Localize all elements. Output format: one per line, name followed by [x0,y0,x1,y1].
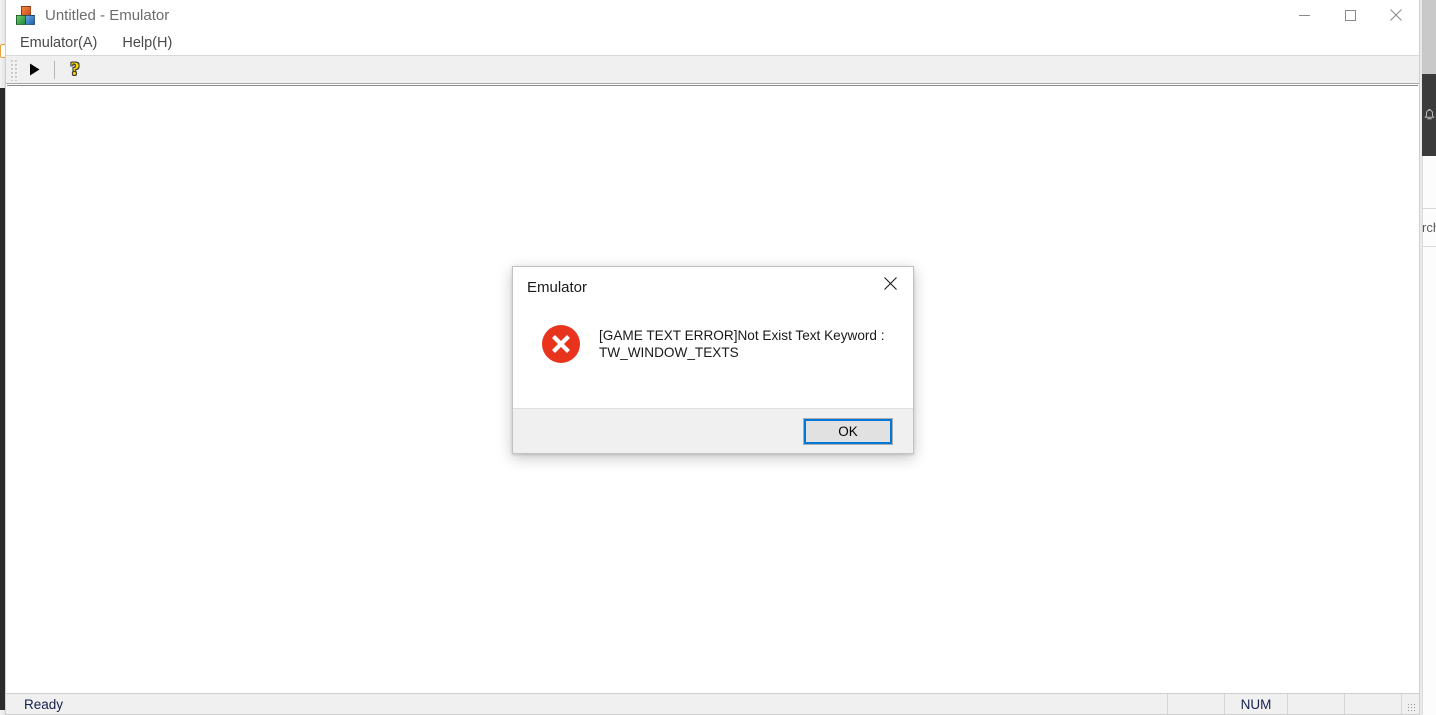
dialog-body: [GAME TEXT ERROR]Not Exist Text Keyword … [513,307,913,410]
caption-button-group [1281,0,1419,30]
question-mark-icon[interactable]: ? [61,57,89,82]
error-icon [541,324,581,364]
status-pane-4 [1344,693,1401,714]
status-bar: Ready NUM [6,693,1419,714]
background-right-divider-bottom [1422,246,1436,247]
dialog-message-line-1: [GAME TEXT ERROR]Not Exist Text Keyword … [599,328,885,343]
status-pane-3 [1287,693,1344,714]
dialog-title-bar: Emulator [513,267,913,307]
toolbar-drag-handle[interactable] [10,58,18,81]
bell-icon[interactable] [1422,74,1436,156]
screen-root: rch Untitled - Emulator [0,0,1436,715]
resize-grip[interactable] [1401,693,1419,714]
dialog-footer: OK [513,408,913,453]
maximize-icon[interactable] [1327,0,1373,30]
title-bar: Untitled - Emulator [6,0,1419,30]
background-right-divider-top [1422,208,1436,209]
ok-button[interactable]: OK [803,417,893,445]
mfc-blocks-icon [16,5,35,25]
tool-bar: ? [6,55,1419,84]
dialog-title: Emulator [527,278,588,296]
window-title: Untitled - Emulator [45,6,170,24]
background-right-text: rch [1422,220,1436,235]
dialog-message-line-2: TW_WINDOW_TEXTS [599,345,739,360]
status-pane-1 [1167,693,1224,714]
background-right-top-bar [1422,0,1436,74]
close-icon[interactable] [1373,0,1419,30]
status-message: Ready [24,696,64,712]
dialog-close-icon[interactable] [868,267,913,299]
menu-item-emulator[interactable]: Emulator(A) [20,33,106,53]
play-triangle-icon[interactable] [20,57,48,82]
status-pane-num: NUM [1224,693,1287,714]
toolbar-separator [54,60,55,79]
error-dialog: Emulator [GAME TEXT ERROR]Not Exist Text… [512,266,914,454]
menu-item-help[interactable]: Help(H) [122,33,181,53]
minimize-icon[interactable] [1281,0,1327,30]
menu-bar: Emulator(A) Help(H) [6,30,1419,55]
dialog-message: [GAME TEXT ERROR]Not Exist Text Keyword … [599,322,885,361]
question-mark-glyph: ? [70,59,80,80]
